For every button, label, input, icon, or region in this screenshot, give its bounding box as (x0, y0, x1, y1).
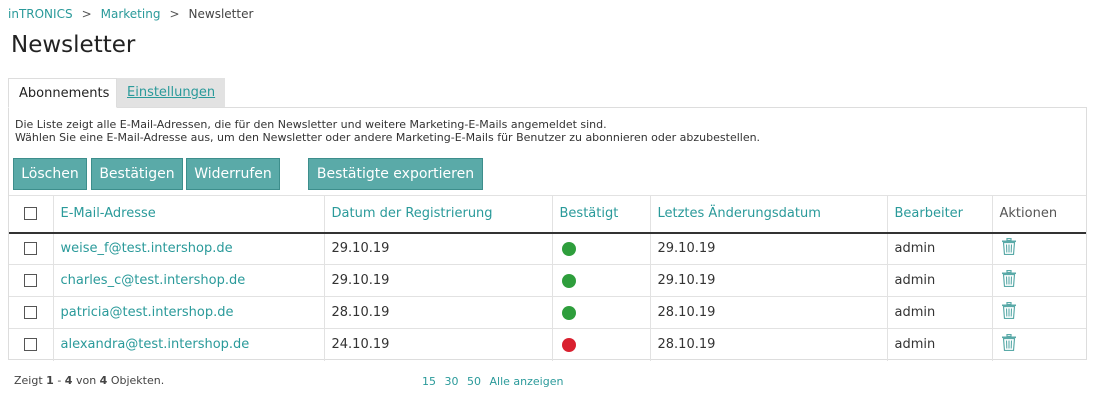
page-title: Newsletter (11, 32, 136, 58)
table-row: alexandra@test.intershop.de 24.10.19 28.… (9, 328, 1086, 361)
email-link[interactable]: patricia@test.intershop.de (52, 296, 324, 329)
confirmed-cell (551, 264, 650, 297)
page-size-15[interactable]: 15 (422, 375, 436, 388)
column-header-email[interactable]: E-Mail-Adresse (52, 195, 324, 234)
confirmed-cell (551, 328, 650, 361)
subscriptions-table: E-Mail-Adresse Datum der Registrierung B… (9, 195, 1086, 361)
description: Die Liste zeigt alle E-Mail-Adressen, di… (15, 118, 760, 144)
export-confirmed-button[interactable]: Bestätigte exportieren (308, 158, 483, 190)
table-row: weise_f@test.intershop.de 29.10.19 29.10… (9, 232, 1086, 265)
status-green-dot-icon (561, 305, 576, 320)
status-red-dot-icon (561, 337, 576, 352)
breadcrumb-link-marketing[interactable]: Marketing (101, 7, 161, 21)
editor: admin (886, 232, 992, 265)
trash-icon[interactable] (1001, 334, 1016, 355)
delete-button[interactable]: Löschen (13, 158, 87, 190)
column-header-registered[interactable]: Datum der Registrierung (323, 195, 552, 234)
revoke-button[interactable]: Widerrufen (186, 158, 280, 190)
column-header-changed[interactable]: Letztes Änderungsdatum (649, 195, 887, 234)
page-size-50[interactable]: 50 (467, 375, 481, 388)
breadcrumb-link-intronics[interactable]: inTRONICS (8, 7, 73, 21)
editor: admin (886, 264, 992, 297)
result-count-total: 4 (99, 374, 108, 387)
tab-einstellungen[interactable]: Einstellungen (117, 78, 225, 108)
tab-bar: Abonnements Einstellungen (8, 78, 225, 108)
result-count-to: 4 (64, 374, 73, 387)
changed-date: 28.10.19 (649, 328, 887, 361)
row-select-cell (9, 329, 53, 361)
actions-cell (991, 264, 1086, 297)
email-link[interactable]: weise_f@test.intershop.de (52, 232, 324, 265)
select-all-checkbox[interactable] (24, 207, 37, 221)
actions-cell (991, 232, 1086, 265)
result-count-dash: - (57, 374, 62, 387)
trash-icon[interactable] (1001, 269, 1016, 291)
trash-icon[interactable] (1001, 301, 1016, 323)
registration-date: 28.10.19 (323, 296, 552, 329)
registration-date: 29.10.19 (323, 264, 552, 297)
page-size-selector: 15 30 50 Alle anzeigen (422, 375, 568, 388)
column-header-actions: Aktionen (991, 195, 1086, 234)
changed-date: 29.10.19 (649, 232, 887, 265)
result-count-of: von (75, 374, 97, 387)
table-row: patricia@test.intershop.de 28.10.19 28.1… (9, 296, 1086, 329)
tab-abonnements[interactable]: Abonnements (8, 78, 117, 108)
row-checkbox[interactable] (24, 242, 37, 256)
status-green-dot-icon (561, 241, 576, 256)
table-row: charles_c@test.intershop.de 29.10.19 29.… (9, 264, 1086, 297)
actions-cell (991, 296, 1086, 329)
subscriptions-panel: Die Liste zeigt alle E-Mail-Adressen, di… (8, 107, 1087, 361)
confirm-button[interactable]: Bestätigen (91, 158, 183, 190)
changed-date: 28.10.19 (649, 296, 887, 329)
row-select-cell (9, 265, 53, 297)
changed-date: 29.10.19 (649, 264, 887, 297)
row-select-cell (9, 297, 53, 329)
table-header-row: E-Mail-Adresse Datum der Registrierung B… (9, 195, 1086, 234)
row-select-cell (9, 233, 53, 265)
row-checkbox[interactable] (24, 306, 37, 319)
row-checkbox[interactable] (24, 338, 37, 352)
column-header-editor[interactable]: Bearbeiter (886, 195, 992, 234)
status-green-dot-icon (561, 273, 576, 288)
email-link[interactable]: alexandra@test.intershop.de (52, 328, 324, 361)
result-count: Zeigt 1 - 4 von 4 Objekten. (14, 374, 164, 387)
email-link[interactable]: charles_c@test.intershop.de (52, 264, 324, 297)
result-count-suffix: Objekten. (110, 374, 165, 387)
breadcrumb: inTRONICS > Marketing > Newsletter (8, 6, 253, 22)
editor: admin (886, 296, 992, 329)
confirmed-cell (551, 232, 650, 265)
actions-cell (991, 328, 1086, 361)
show-all-link[interactable]: Alle anzeigen (490, 375, 564, 388)
trash-icon[interactable] (1001, 238, 1016, 259)
result-count-prefix: Zeigt (14, 374, 43, 387)
page-size-30[interactable]: 30 (445, 375, 459, 388)
confirmed-cell (551, 296, 650, 329)
description-line-1: Die Liste zeigt alle E-Mail-Adressen, di… (15, 118, 607, 131)
breadcrumb-separator: > (169, 7, 180, 21)
result-count-from: 1 (46, 374, 54, 387)
select-all-cell (9, 195, 53, 234)
registration-date: 29.10.19 (323, 232, 552, 265)
column-header-confirmed[interactable]: Bestätigt (551, 195, 650, 234)
breadcrumb-separator: > (81, 7, 92, 21)
description-line-2: Wählen Sie eine E-Mail-Adresse aus, um d… (15, 131, 761, 144)
editor: admin (886, 328, 992, 361)
registration-date: 24.10.19 (323, 328, 552, 361)
breadcrumb-current: Newsletter (188, 7, 254, 21)
row-checkbox[interactable] (24, 274, 37, 287)
